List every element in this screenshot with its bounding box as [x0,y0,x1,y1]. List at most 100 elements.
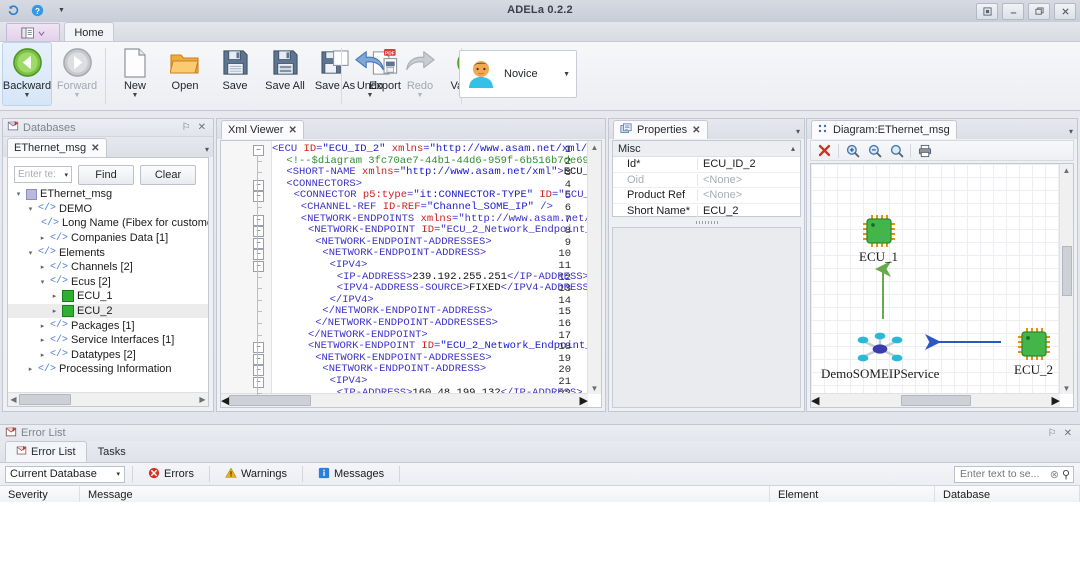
forward-button[interactable]: Forward ▼ [52,42,102,106]
xml-hscroll-left-icon[interactable]: ◀ [221,394,229,407]
xml-code-area[interactable]: <ECU ID="ECU_ID_2" xmlns="http://www.asa… [272,141,587,393]
diagram-hscrollbar[interactable]: ◀ ▶ [811,393,1060,407]
tree-item-ethernet-msg[interactable]: ▾ EThernet_msg [8,187,208,202]
tab-home[interactable]: Home [64,22,114,43]
xml-fold-toggle-icon[interactable]: − [253,179,264,191]
tree-item-long-name-fibex-for-customer[interactable]: </> Long Name (Fibex for customer [8,216,208,231]
property-value[interactable]: <None> [698,189,742,201]
properties-tab-menu-icon[interactable]: ▾ [796,127,800,136]
error-list-search-box[interactable]: ⊗ ⚲ [954,465,1074,483]
tree-item-companies-data-1[interactable]: ▸ </> Companies Data [1] [8,231,208,246]
tree-twisty-icon[interactable]: ▸ [26,365,35,373]
xml-fold-toggle-icon[interactable]: − [253,145,264,156]
diagram-vscrollbar[interactable]: ▲ ▼ [1059,164,1073,394]
tree-item-processing-information[interactable]: ▸ </> Processing Information [8,362,208,377]
undo-button[interactable]: Undo ▼ [345,42,395,106]
property-row[interactable]: Oid <None> [613,173,800,188]
databases-tab-ethernet-msg[interactable]: EThernet_msg ✕ [7,138,107,157]
databases-hscroll-right-icon[interactable]: ▶ [197,395,208,404]
property-value[interactable]: <None> [698,174,742,186]
filter-warnings-button[interactable]: Warnings [217,464,295,485]
properties-splitter[interactable] [612,218,801,226]
diagram-node-ecu-1[interactable]: ECU_1 [859,214,898,265]
tree-item-ecu-1[interactable]: ▸ ECU_1 [8,289,208,304]
tree-item-demo[interactable]: ▾ </> DEMO [8,202,208,217]
delete-icon[interactable] [816,142,833,159]
filter-messages-button[interactable]: Messages [310,464,392,485]
xml-fold-toggle-icon[interactable]: − [253,261,264,272]
xml-viewer-tab-close-icon[interactable]: ✕ [288,125,296,136]
tree-twisty-icon[interactable]: ▸ [38,322,47,330]
new-caret-icon[interactable]: ▼ [132,92,139,99]
tree-item-ecu-2[interactable]: ▸ ECU_2 [8,303,208,319]
error-list-search-input[interactable] [958,467,1046,481]
zoom-out-icon[interactable] [866,142,883,159]
xml-hscroll-right-icon[interactable]: ▶ [580,394,588,407]
tree-item-elements[interactable]: ▾ </> Elements [8,245,208,260]
search-icon[interactable]: ⚲ [1062,468,1070,481]
tab-tasks[interactable]: Tasks [87,441,137,462]
xml-fold-toggle-icon[interactable]: − [253,365,264,377]
zoom-in-icon[interactable] [844,142,861,159]
tab-error-list[interactable]: Error List [5,441,87,462]
databases-hscroll-thumb[interactable] [19,394,71,405]
tree-item-ecus-2[interactable]: ▾ </> Ecus [2] [8,275,208,290]
xml-fold-toggle-icon[interactable]: − [253,226,264,238]
tree-twisty-icon[interactable]: ▾ [14,190,23,198]
databases-tab-menu-icon[interactable]: ▾ [205,145,209,154]
tree-item-packages-1[interactable]: ▸ </> Packages [1] [8,318,208,333]
search-clear-icon[interactable]: ⊗ [1050,468,1059,481]
xml-fold-toggle-icon[interactable]: − [253,249,264,261]
minimize-button[interactable] [1002,3,1024,20]
properties-tab-close-icon[interactable]: ✕ [692,125,700,136]
properties-category-misc[interactable]: Misc ▴ [613,141,800,157]
tree-item-datatypes-2[interactable]: ▸ </> Datatypes [2] [8,348,208,363]
xml-fold-toggle-icon[interactable]: − [253,377,264,388]
databases-tab-close-icon[interactable]: ✕ [91,143,99,154]
property-value[interactable]: ECU_ID_2 [698,158,756,170]
tree-twisty-icon[interactable]: ▾ [26,205,35,213]
xml-viewer-tab[interactable]: Xml Viewer ✕ [221,120,304,139]
diagram-vscroll-down-icon[interactable]: ▼ [1060,382,1073,394]
diagram-tab[interactable]: Diagram:EThernet_msg [811,120,957,139]
restore-group-button[interactable] [976,3,998,20]
filter-errors-button[interactable]: Errors [140,464,202,485]
property-row[interactable]: Id* ECU_ID_2 [613,157,800,173]
properties-category-collapse-icon[interactable]: ▴ [791,144,795,153]
xml-hscroll-thumb[interactable] [229,395,312,406]
find-button[interactable]: Find [78,164,134,185]
tree-twisty-icon[interactable]: ▸ [38,351,47,359]
tree-item-service-interfaces-1[interactable]: ▸ </> Service Interfaces [1] [8,333,208,348]
xml-fold-toggle-icon[interactable]: − [253,214,264,226]
tree-twisty-icon[interactable]: ▸ [38,263,47,271]
xml-fold-toggle-icon[interactable]: − [253,342,264,354]
tree-twisty-icon[interactable]: ▾ [38,278,47,286]
xml-fold-toggle-icon[interactable]: − [253,237,264,249]
xml-vscrollbar[interactable]: ▲ ▼ [587,141,601,394]
xml-hscrollbar[interactable]: ◀ ▶ [221,393,588,407]
open-button[interactable]: Open [160,42,210,106]
diagram-hscroll-left-icon[interactable]: ◀ [811,394,819,407]
redo-button[interactable]: Redo ▼ [395,42,445,106]
diagram-vscroll-thumb[interactable] [1062,246,1072,296]
xml-fold-toggle-icon[interactable]: − [253,353,264,365]
tree-item-channels-2[interactable]: ▸ </> Channels [2] [8,260,208,275]
scope-combo[interactable]: Current Database ▾ [5,465,125,483]
user-mode-caret-icon[interactable]: ▼ [563,71,570,78]
diagram-hscroll-thumb[interactable] [900,395,971,406]
databases-pin-icon[interactable]: ⚐ [182,122,191,133]
scope-combo-caret-icon[interactable]: ▾ [116,470,120,478]
print-icon[interactable] [916,142,933,159]
application-menu-button[interactable] [6,23,60,42]
backward-button[interactable]: Backward ▼ [2,42,52,106]
diagram-node-ecu-2[interactable]: ECU_2 [1014,327,1053,378]
error-list-grid[interactable] [0,502,1080,574]
database-tree[interactable]: ▾ EThernet_msg ▾ </> DEMO </> Long Name (Fibex… [8,187,208,390]
close-button[interactable] [1054,3,1076,20]
save-all-button[interactable]: Save All [260,42,310,106]
databases-search-caret-icon[interactable]: ▾ [64,171,68,179]
zoom-reset-icon[interactable] [888,142,905,159]
diagram-tab-menu-icon[interactable]: ▾ [1069,127,1073,136]
diagram-node-service[interactable]: DemoSOMEIPService [821,332,939,382]
xml-vscroll-down-icon[interactable]: ▼ [588,382,601,394]
